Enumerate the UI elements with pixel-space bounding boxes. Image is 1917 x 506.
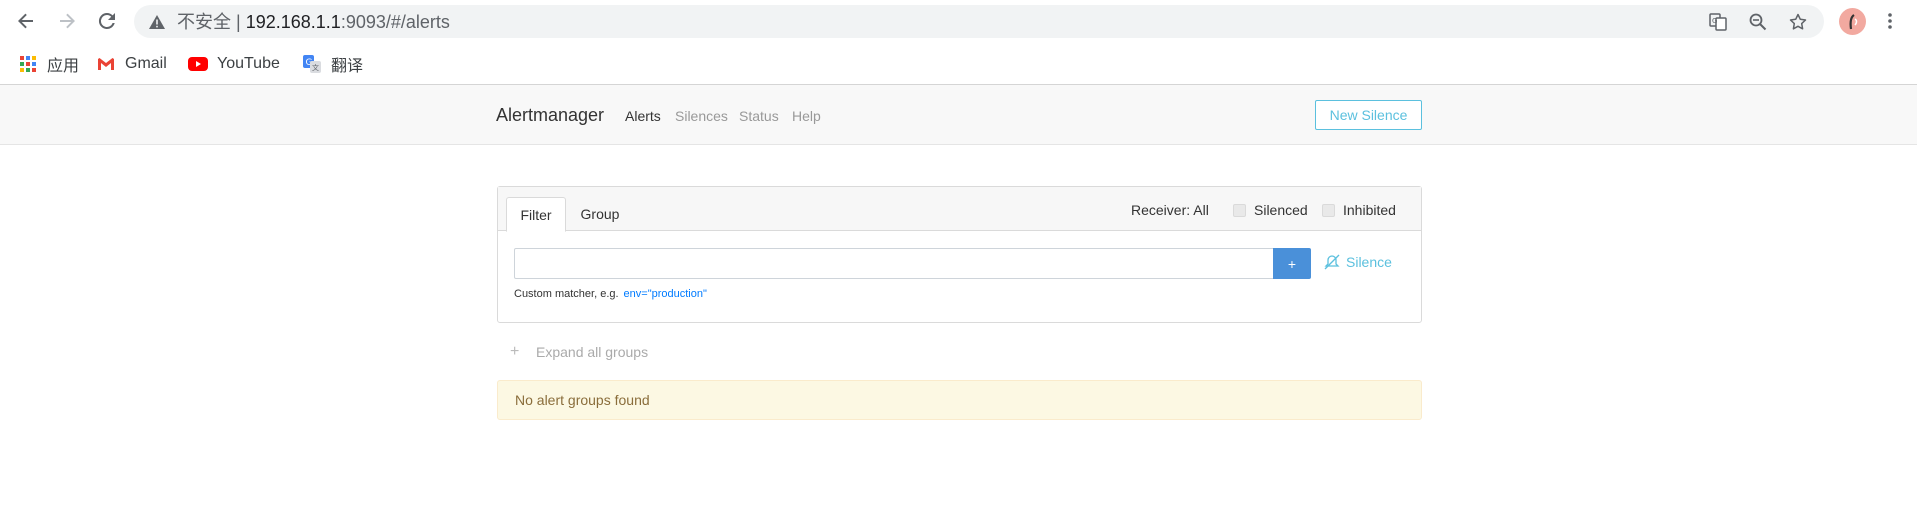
zoom-icon[interactable] [1748, 12, 1768, 32]
checkbox-box[interactable] [1322, 203, 1335, 217]
url-separator: | [236, 12, 241, 32]
bookmark-label: 应用 [47, 58, 80, 75]
inhibited-label: Inhibited [1343, 202, 1396, 218]
bookmark-apps[interactable]: 应用 [18, 52, 79, 76]
youtube-icon [188, 54, 208, 74]
hint-example: env="production" [623, 288, 707, 300]
svg-text:文: 文 [312, 63, 319, 72]
tab-group[interactable]: Group [570, 197, 630, 231]
star-icon[interactable] [1788, 12, 1808, 32]
back-icon[interactable] [13, 8, 39, 34]
silenced-label: Silenced [1254, 202, 1308, 218]
hint-text: Custom matcher, e.g. [514, 288, 619, 300]
silence-label: Silence [1346, 254, 1392, 270]
menu-icon[interactable] [1882, 8, 1898, 34]
bookmark-gmail[interactable]: Gmail [96, 52, 167, 76]
matcher-hint: Custom matcher, e.g. env="production" [514, 288, 707, 300]
add-matcher-button[interactable]: + [1273, 248, 1311, 279]
bookmarks-bar: 应用 Gmail YouTube G文 翻译 [0, 43, 1917, 85]
google-translate-icon: G文 [302, 54, 322, 74]
gmail-icon [96, 54, 116, 74]
url-path: :9093/#/alerts [340, 12, 450, 32]
url-host: 192.168.1.1 [245, 12, 341, 32]
matcher-input[interactable] [514, 248, 1274, 279]
receiver-select[interactable]: Receiver: All [1131, 202, 1209, 218]
nav-help[interactable]: Help [792, 108, 821, 124]
nav-status[interactable]: Status [739, 108, 779, 124]
plus-icon: + [510, 343, 520, 360]
profile-avatar[interactable] [1839, 8, 1866, 35]
checkbox-box[interactable] [1233, 203, 1246, 217]
expand-all-groups[interactable]: + Expand all groups [510, 343, 648, 361]
nav-silences[interactable]: Silences [675, 108, 728, 124]
silence-link[interactable]: Silence [1324, 254, 1392, 270]
svg-text:G: G [1712, 17, 1717, 25]
tab-filter[interactable]: Filter [506, 197, 566, 232]
bookmark-label: 翻译 [331, 58, 364, 75]
empty-groups-message: No alert groups found [497, 380, 1422, 420]
inhibited-checkbox[interactable]: Inhibited [1322, 202, 1396, 218]
forward-icon[interactable] [54, 8, 80, 34]
app-brand[interactable]: Alertmanager [496, 105, 604, 126]
app-navbar: Alertmanager Alerts Silences Status Help… [0, 85, 1917, 145]
bookmark-label: Gmail [125, 55, 167, 72]
nav-alerts[interactable]: Alerts [625, 108, 661, 124]
reload-icon[interactable] [94, 8, 120, 34]
bookmark-label: YouTube [217, 55, 280, 72]
address-bar[interactable]: 不安全 | 192.168.1.1:9093/#/alerts G [134, 5, 1824, 38]
apps-grid-icon [18, 54, 38, 74]
filter-card-header: Filter Group Receiver: All Silenced Inhi… [498, 187, 1421, 232]
url-text[interactable]: 不安全 | 192.168.1.1:9093/#/alerts [177, 12, 450, 32]
silenced-checkbox[interactable]: Silenced [1233, 202, 1308, 218]
insecure-label: 不安全 [177, 12, 231, 32]
bookmark-youtube[interactable]: YouTube [188, 52, 280, 76]
bookmark-translate[interactable]: G文 翻译 [302, 52, 363, 76]
filter-card: Filter Group Receiver: All Silenced Inhi… [497, 186, 1422, 323]
bell-slash-icon [1324, 254, 1340, 270]
browser-toolbar: 不安全 | 192.168.1.1:9093/#/alerts G [0, 0, 1917, 43]
warning-icon[interactable] [148, 13, 166, 31]
translate-icon[interactable]: G [1708, 12, 1728, 32]
expand-label: Expand all groups [536, 344, 649, 360]
new-silence-button[interactable]: New Silence [1315, 100, 1422, 130]
